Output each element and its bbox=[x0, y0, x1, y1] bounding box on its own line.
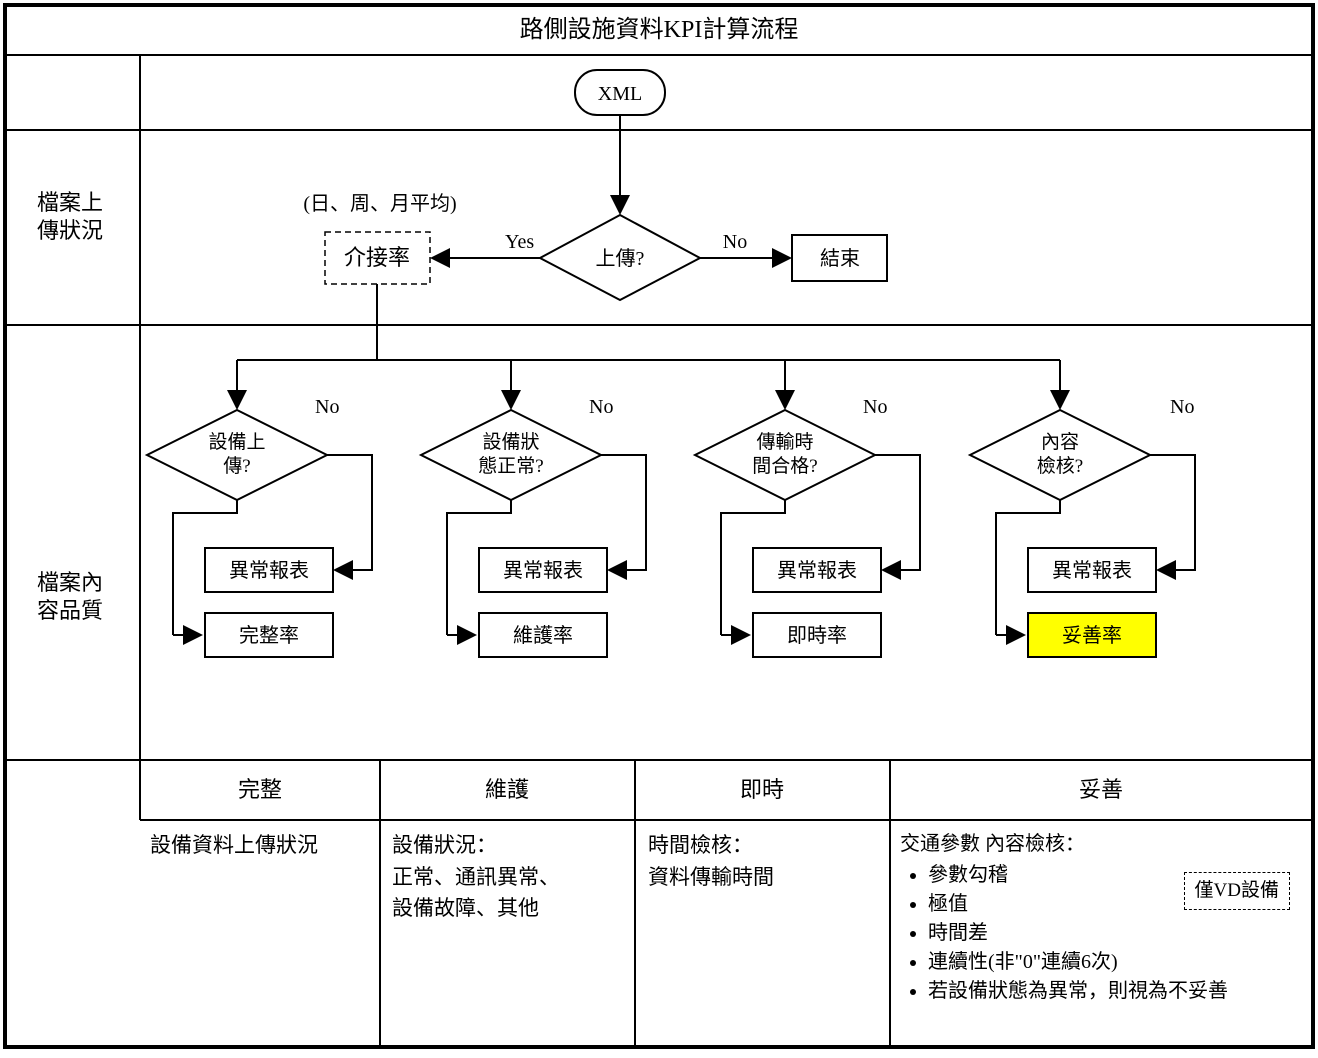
summary-h1: 完整 bbox=[238, 777, 282, 802]
svg-text:內容: 內容 bbox=[1041, 431, 1079, 453]
label-upload-yes: Yes bbox=[505, 231, 534, 253]
start-xml-label: XML bbox=[598, 83, 642, 105]
note-avg: (日、周、月平均) bbox=[303, 192, 456, 215]
summary-cell-4: 交通參數 內容檢核： 參數勾稽 極值 時間差 連續性(非"0"連續6次) 若設備… bbox=[900, 830, 1305, 1006]
summary-cell-2: 設備狀況： 正常、通訊異常、 設備故障、其他 bbox=[392, 830, 627, 925]
metric-interface-label: 介接率 bbox=[344, 245, 410, 270]
vd-note: 僅VD設備 bbox=[1184, 872, 1290, 910]
page-title: 路側設施資料KPI計算流程 bbox=[520, 16, 799, 43]
svg-text:傳輸時: 傳輸時 bbox=[756, 431, 813, 453]
svg-text:傳?: 傳? bbox=[223, 455, 250, 477]
branch4-no: No bbox=[1170, 396, 1194, 418]
svg-text:態正常?: 態正常? bbox=[478, 455, 543, 477]
branch1-no: No bbox=[315, 396, 339, 418]
decision-upload-label: 上傳? bbox=[596, 247, 645, 270]
summary-h2: 維護 bbox=[485, 777, 529, 802]
report-4-label: 異常報表 bbox=[1052, 559, 1132, 582]
label-upload-no: No bbox=[723, 231, 747, 253]
summary-c4-item: 若設備狀態為異常，則視為不妥善 bbox=[928, 977, 1305, 1006]
decision-device-status bbox=[421, 410, 601, 500]
branch-2: 設備狀 態正常? No 異常報表 維護率 bbox=[421, 360, 646, 657]
report-2-label: 異常報表 bbox=[503, 559, 583, 582]
metric-3-label: 即時率 bbox=[787, 624, 847, 647]
summary-h4: 妥善 bbox=[1079, 777, 1123, 802]
metric-4-label: 妥善率 bbox=[1062, 624, 1122, 647]
branch-1: 設備上 傳? No 異常報表 完整率 bbox=[147, 360, 372, 657]
report-1-label: 異常報表 bbox=[229, 559, 309, 582]
svg-text:間合格?: 間合格? bbox=[752, 455, 817, 477]
decision-transmit-time bbox=[695, 410, 875, 500]
branch2-no: No bbox=[589, 396, 613, 418]
summary-c4-title: 交通參數 內容檢核： bbox=[900, 830, 1305, 859]
end-label: 結束 bbox=[820, 247, 860, 270]
row-label-upload: 檔案上傳狀況 bbox=[37, 190, 103, 243]
svg-text:檢核?: 檢核? bbox=[1037, 455, 1083, 477]
metric-1-label: 完整率 bbox=[239, 624, 299, 647]
svg-text:設備上: 設備上 bbox=[208, 431, 265, 453]
metric-2-label: 維護率 bbox=[513, 624, 573, 647]
branch3-no: No bbox=[863, 396, 887, 418]
branch-4: 內容 檢核? No 異常報表 妥善率 bbox=[970, 360, 1195, 657]
decision-device-upload bbox=[147, 410, 327, 500]
decision-content-check bbox=[970, 410, 1150, 500]
summary-h3: 即時 bbox=[740, 777, 784, 802]
summary-c4-item: 時間差 bbox=[928, 919, 1305, 948]
row-label-content: 檔案內容品質 bbox=[37, 570, 103, 623]
summary-cell-1: 設備資料上傳狀況 bbox=[150, 830, 370, 862]
branch-3: 傳輸時 間合格? No 異常報表 即時率 bbox=[695, 360, 920, 657]
summary-cell-3: 時間檢核： 資料傳輸時間 bbox=[648, 830, 883, 893]
summary-c4-item: 連續性(非"0"連續6次) bbox=[928, 948, 1305, 977]
report-3-label: 異常報表 bbox=[777, 559, 857, 582]
svg-text:設備狀: 設備狀 bbox=[482, 431, 539, 453]
